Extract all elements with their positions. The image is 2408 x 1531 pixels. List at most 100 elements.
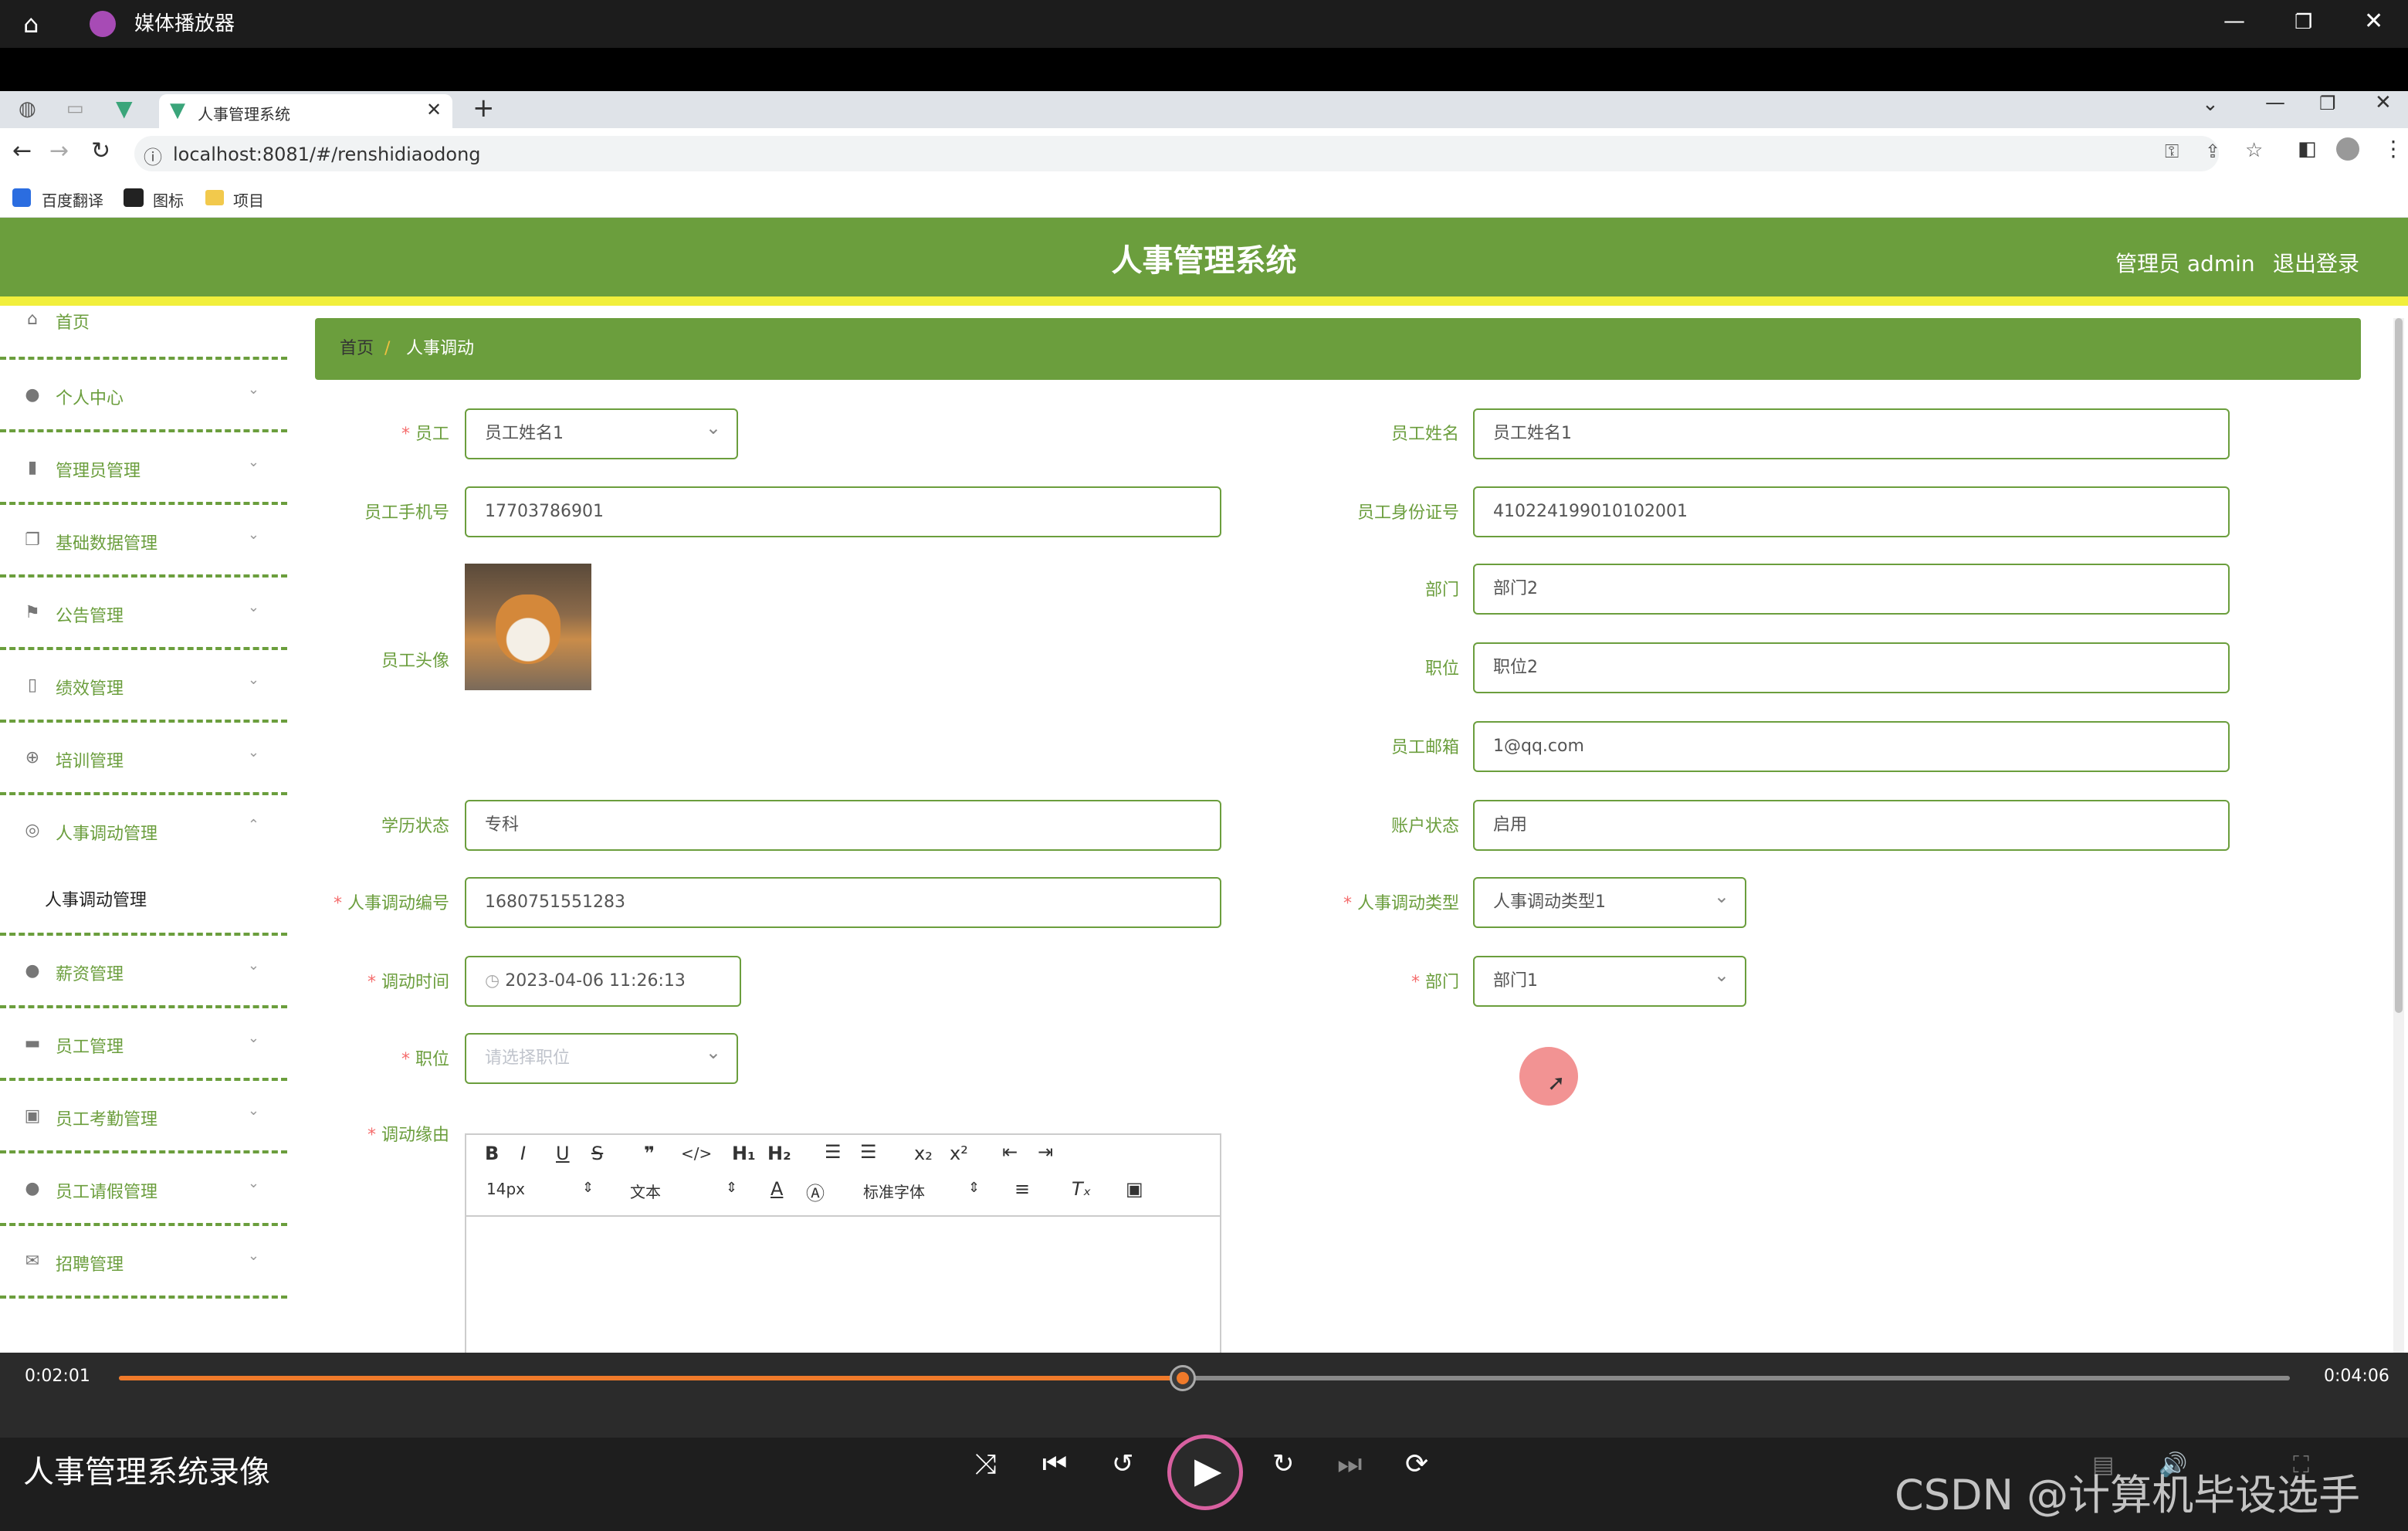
browser-close-icon[interactable]: ✕ [2375, 91, 2392, 114]
clear-format-button[interactable]: Tₓ [1072, 1178, 1091, 1200]
employee-name-field[interactable]: 员工姓名1 [1473, 408, 2230, 459]
sidebar-item-admin[interactable]: ▮ 管理员管理 ⌄ [0, 432, 287, 505]
avatar-image[interactable] [465, 564, 591, 690]
employee-select[interactable]: 员工姓名1 [465, 404, 738, 459]
sidebar-item-training[interactable]: ⊕ 培训管理 ⌄ [0, 723, 287, 795]
background-color-button[interactable]: Ⓐ [806, 1178, 825, 1205]
h1-button[interactable]: H₁ [732, 1143, 756, 1164]
transfer-time-picker[interactable]: ◷ 2023-04-06 11:26:13 [465, 956, 741, 1007]
indent-button[interactable]: ⇥ [1038, 1141, 1053, 1163]
sidebar-item-performance[interactable]: ▯ 绩效管理 ⌄ [0, 650, 287, 723]
sidebar-item-home[interactable]: ⌂ 首页 [0, 284, 287, 360]
paragraph-select[interactable]: 文本 [630, 1180, 661, 1202]
info-icon[interactable]: ⓘ [144, 142, 162, 169]
font-size-select[interactable]: 14px [486, 1180, 525, 1198]
share-icon[interactable]: ⇪ [2205, 141, 2220, 162]
bookmark-item[interactable]: 项目 [233, 188, 264, 211]
seek-thumb[interactable] [1169, 1365, 1196, 1391]
label-new-position: * 职位 [401, 1050, 449, 1069]
page-scrollbar[interactable] [2393, 318, 2404, 1353]
scrollbar-thumb[interactable] [2395, 318, 2403, 1013]
sidebar-item-salary[interactable]: ● 薪资管理 ⌄ [0, 936, 287, 1008]
previous-icon[interactable]: ⏮ [1042, 1448, 1067, 1481]
bookmark-item[interactable]: 图标 [153, 188, 184, 211]
id-card-field[interactable]: 410224199010102001 [1473, 486, 2230, 537]
sidepanel-icon[interactable]: ◧ [2298, 137, 2317, 161]
sidebar-item-transfer[interactable]: ◎ 人事调动管理 ⌃ 人事调动管理 [0, 795, 287, 936]
browser-minimize-icon[interactable]: — [2265, 91, 2285, 114]
tab-icon[interactable]: ▭ [66, 97, 84, 119]
h2-button[interactable]: H₂ [767, 1143, 791, 1164]
image-button[interactable]: ▣ [1126, 1178, 1143, 1200]
email-field[interactable]: 1@qq.com [1473, 721, 2230, 772]
bookmark-translate-icon [12, 188, 31, 207]
minimize-icon[interactable]: — [2223, 8, 2245, 33]
ordered-list-button[interactable]: ☰ [825, 1141, 842, 1163]
position-select[interactable]: 请选择职位 [465, 1028, 738, 1084]
strike-button[interactable]: S [591, 1143, 603, 1164]
play-button[interactable]: ▶ [1167, 1434, 1243, 1510]
bold-button[interactable]: B [485, 1143, 499, 1164]
dept-field[interactable]: 部门2 [1473, 564, 2230, 615]
bullet-list-button[interactable]: ☰ [860, 1141, 877, 1163]
sidebar-item-notice[interactable]: ⚑ 公告管理 ⌄ [0, 578, 287, 650]
sidebar-item-leave[interactable]: ● 员工请假管理 ⌄ [0, 1153, 287, 1226]
restore-icon[interactable]: ❐ [2295, 11, 2312, 34]
label-reason: * 调动缘由 [367, 1126, 449, 1145]
globe-icon[interactable]: ◍ [19, 97, 36, 120]
app-title: 人事管理系统 [1111, 243, 1297, 279]
breadcrumb-home[interactable]: 首页 [340, 318, 374, 380]
forward-30-icon[interactable]: ↻ [1272, 1448, 1295, 1479]
repeat-icon[interactable]: ⟳ [1405, 1448, 1428, 1480]
quote-button[interactable]: ❞ [644, 1143, 655, 1164]
rich-text-editor[interactable]: B I U S ❞ </> H₁ H₂ ☰ ☰ x₂ x² ⇤ ⇥ 14px ⇕… [465, 1133, 1221, 1353]
home-icon[interactable]: ⌂ [23, 9, 39, 39]
sidebar-item-attendance[interactable]: ▣ 员工考勤管理 ⌄ [0, 1081, 287, 1153]
outdent-button[interactable]: ⇤ [1002, 1141, 1018, 1163]
tab-search-icon[interactable]: ⌄ [2202, 93, 2219, 116]
address-bar[interactable]: ⓘ localhost:8081/#/renshidiaodong ⚿ ⇪ ☆ [134, 136, 2263, 171]
menu-icon[interactable]: ⋮ [2383, 136, 2404, 161]
mic-icon: ▯ [27, 676, 38, 695]
subscript-button[interactable]: x₂ [914, 1143, 933, 1164]
key-icon[interactable]: ⚿ [2165, 141, 2179, 162]
seek-track[interactable] [119, 1365, 2290, 1391]
sidebar-subitem-transfer[interactable]: 人事调动管理 [45, 886, 147, 911]
tab-close-icon[interactable]: ✕ [426, 99, 442, 120]
logout-button[interactable]: 退出登录 [2273, 247, 2359, 278]
align-button[interactable]: ≡ [1014, 1178, 1030, 1200]
superscript-button[interactable]: x² [950, 1143, 968, 1164]
forward-icon[interactable]: → [49, 137, 69, 164]
sidebar-item-basedata[interactable]: ❐ 基础数据管理 ⌄ [0, 505, 287, 578]
account-status-field[interactable]: 启用 [1473, 800, 2230, 851]
back-icon[interactable]: ← [12, 137, 32, 164]
cursor-icon: ➚ [1547, 1070, 1566, 1096]
underline-button[interactable]: U [556, 1143, 570, 1164]
new-tab-icon[interactable]: + [472, 93, 495, 124]
sidebar-item-profile[interactable]: ● 个人中心 ⌄ [0, 360, 287, 432]
transfer-type-select[interactable]: 人事调动类型1 [1473, 872, 1746, 928]
code-button[interactable]: </> [681, 1144, 712, 1163]
profile-icon[interactable] [2336, 137, 2359, 161]
next-icon[interactable]: ⏭ [1337, 1448, 1362, 1481]
copy-icon: ❐ [25, 530, 40, 550]
font-family-select[interactable]: 标准字体 [863, 1180, 925, 1202]
bookmark-item[interactable]: 百度翻译 [42, 188, 103, 211]
rewind-10-icon[interactable]: ↺ [1112, 1448, 1134, 1479]
star-icon[interactable]: ☆ [2245, 139, 2263, 162]
education-field[interactable]: 专科 [465, 800, 1221, 851]
sidebar-item-employee[interactable]: ▬ 员工管理 ⌄ [0, 1008, 287, 1081]
phone-field[interactable]: 17703786901 [465, 486, 1221, 537]
new-dept-select[interactable]: 部门1 [1473, 951, 1746, 1007]
close-icon[interactable]: ✕ [2364, 8, 2383, 35]
browser-restore-icon[interactable]: ❐ [2319, 93, 2336, 114]
sidebar-item-recruit[interactable]: ✉ 招聘管理 ⌄ [0, 1226, 287, 1299]
tab-active[interactable]: ▼ 人事管理系统 ✕ [159, 94, 452, 128]
position-field[interactable]: 职位2 [1473, 642, 2230, 693]
reload-icon[interactable]: ↻ [91, 137, 110, 164]
vue-icon[interactable]: ▼ [116, 96, 133, 121]
transfer-no-field[interactable]: 1680751551283 [465, 877, 1221, 928]
shuffle-icon[interactable]: ⤨ [974, 1448, 997, 1481]
font-color-button[interactable]: A [770, 1178, 783, 1200]
italic-button[interactable]: I [520, 1143, 526, 1164]
